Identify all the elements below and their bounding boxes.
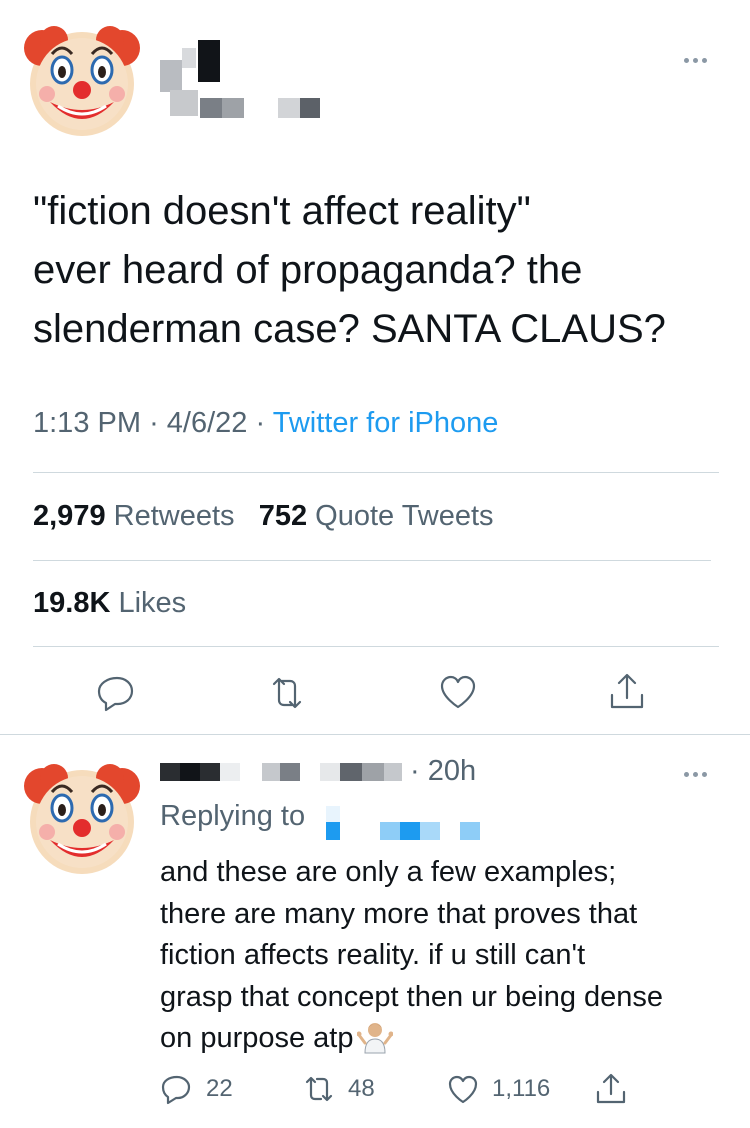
reply-button[interactable]: 22 — [160, 1072, 233, 1106]
reply-time[interactable]: · 20h — [410, 755, 476, 788]
reply-text-line: grasp that concept then ur being dense — [160, 980, 664, 1013]
quote-tweets-stat[interactable]: 752 Quote Tweets — [259, 500, 494, 532]
tweet-date[interactable]: 4/6/22 — [167, 407, 248, 439]
likes-stat[interactable]: 19.8K Likes — [33, 587, 186, 620]
tweet-time[interactable]: 1:13 PM — [33, 407, 141, 439]
divider — [33, 646, 719, 647]
retweets-stat[interactable]: 2,979 Retweets — [33, 500, 235, 532]
separator: · — [149, 407, 159, 439]
reply-icon — [161, 1075, 191, 1105]
more-options-icon[interactable] — [684, 772, 707, 777]
share-button[interactable] — [594, 1072, 640, 1106]
person-shrugging-emoji-icon — [356, 1019, 394, 1055]
tweet-meta: 1:13 PM · 4/6/22 · Twitter for iPhone — [33, 407, 498, 440]
like-count: 1,116 — [492, 1075, 551, 1102]
reply-count: 22 — [206, 1075, 233, 1102]
retweet-count: 48 — [348, 1075, 375, 1102]
like-icon[interactable] — [437, 671, 479, 713]
retweet-icon — [305, 1076, 333, 1102]
tweet-source-link[interactable]: Twitter for iPhone — [273, 407, 499, 439]
share-icon[interactable] — [606, 671, 648, 713]
reply-icon[interactable] — [96, 671, 138, 713]
tweet-text-line: slenderman case? SANTA CLAUS? — [33, 307, 666, 351]
engagement-stats: 2,979 Retweets 752 Quote Tweets — [33, 500, 494, 533]
like-button[interactable]: 1,116 — [446, 1072, 550, 1106]
divider — [33, 472, 719, 473]
tweet-text: "fiction doesn't affect reality" ever he… — [33, 182, 723, 359]
reply-text-line: on purpose atp — [160, 1022, 354, 1054]
reply-text-line: fiction affects reality. if u still can'… — [160, 939, 586, 971]
divider — [0, 734, 750, 735]
tweet-text-line: ever heard of propaganda? the — [33, 248, 583, 292]
divider — [33, 560, 711, 561]
retweet-icon[interactable] — [266, 672, 308, 714]
separator: · — [255, 407, 266, 439]
tweet-text-line: "fiction doesn't affect reality" — [33, 189, 531, 233]
share-icon — [596, 1073, 626, 1104]
clown-face-icon[interactable] — [22, 18, 142, 138]
replying-to-label: Replying to — [160, 800, 306, 832]
reply-text: and these are only a few examples; there… — [160, 852, 730, 1060]
like-icon — [448, 1075, 478, 1104]
clown-face-icon[interactable] — [22, 756, 142, 876]
retweet-button[interactable]: 48 — [302, 1072, 375, 1106]
reply-text-line: there are many more that proves that — [160, 897, 638, 930]
reply-text-line: and these are only a few examples; — [160, 856, 617, 888]
more-options-icon[interactable] — [684, 58, 707, 63]
